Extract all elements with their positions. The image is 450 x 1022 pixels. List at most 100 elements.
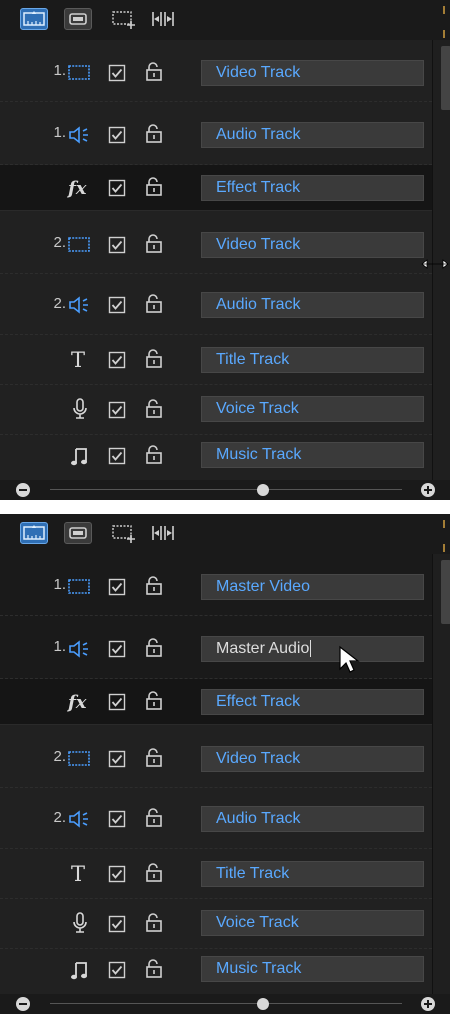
timeline-toolbar <box>0 0 450 41</box>
track-row[interactable]: Music Track <box>0 949 432 994</box>
track-row[interactable]: fx Effect Track <box>0 165 432 211</box>
enable-checkbox[interactable] <box>108 236 126 254</box>
zoom-out-button[interactable] <box>16 997 30 1011</box>
track-row[interactable]: 1. Audio Track <box>0 102 432 165</box>
enable-checkbox[interactable] <box>108 351 126 369</box>
unlock-icon[interactable] <box>145 913 163 933</box>
track-name-field[interactable]: Audio Track <box>201 122 424 148</box>
fit-timeline-icon[interactable] <box>150 8 176 30</box>
unlock-icon[interactable] <box>145 638 163 658</box>
unlock-icon[interactable] <box>145 691 163 711</box>
track-name-field[interactable]: Music Track <box>201 442 424 468</box>
scrollbar-thumb[interactable] <box>441 46 450 110</box>
storyboard-view-icon <box>69 13 87 25</box>
zoom-slider-track[interactable] <box>50 489 402 490</box>
track-row[interactable]: T Title Track <box>0 849 432 899</box>
fit-timeline-icon[interactable] <box>150 522 176 544</box>
enable-checkbox[interactable] <box>108 961 126 979</box>
enable-checkbox[interactable] <box>108 915 126 933</box>
enable-checkbox[interactable] <box>108 578 126 596</box>
title-t-icon: T <box>71 348 85 370</box>
track-number: 2. <box>53 748 66 765</box>
track-row[interactable]: 2. Audio Track <box>0 274 432 335</box>
enable-checkbox[interactable] <box>108 64 126 82</box>
track-number: 2. <box>53 809 66 826</box>
zoom-out-button[interactable] <box>16 483 30 497</box>
unlock-icon[interactable] <box>145 294 163 314</box>
enable-checkbox[interactable] <box>108 447 126 465</box>
track-row[interactable]: fx Effect Track <box>0 679 432 725</box>
unlock-icon[interactable] <box>145 748 163 768</box>
storyboard-view-button[interactable] <box>64 8 92 30</box>
scrollbar-thumb[interactable] <box>441 560 450 624</box>
zoom-slider-track[interactable] <box>50 1003 402 1004</box>
unlock-icon[interactable] <box>145 349 163 369</box>
vertical-scrollbar[interactable] <box>432 554 450 994</box>
zoom-slider-knob[interactable] <box>257 484 269 496</box>
track-name-field[interactable]: Music Track <box>201 956 424 982</box>
unlock-icon[interactable] <box>145 863 163 883</box>
track-row[interactable]: T Title Track <box>0 335 432 385</box>
unlock-icon[interactable] <box>145 445 163 465</box>
enable-checkbox[interactable] <box>108 693 126 711</box>
track-row[interactable]: 2. Video Track <box>0 725 432 788</box>
enable-checkbox[interactable] <box>108 640 126 658</box>
unlock-icon[interactable] <box>145 959 163 979</box>
track-name-field[interactable]: Video Track <box>201 60 424 86</box>
track-name-field[interactable]: Title Track <box>201 861 424 887</box>
audio-track-icon <box>69 296 88 314</box>
enable-checkbox[interactable] <box>108 810 126 828</box>
track-row[interactable]: 2. Audio Track <box>0 788 432 849</box>
unlock-icon[interactable] <box>145 62 163 82</box>
enable-checkbox[interactable] <box>108 865 126 883</box>
svg-text:T: T <box>71 348 85 370</box>
track-name-field[interactable]: Voice Track <box>201 910 424 936</box>
unlock-icon[interactable] <box>145 124 163 144</box>
enable-checkbox[interactable] <box>108 750 126 768</box>
unlock-icon[interactable] <box>145 576 163 596</box>
unlock-icon[interactable] <box>145 399 163 419</box>
track-name-field[interactable]: Effect Track <box>201 689 424 715</box>
title-t-icon: T <box>71 862 85 884</box>
track-row[interactable]: 1. Video Track <box>0 40 432 102</box>
timeline-view-button[interactable] <box>20 8 48 30</box>
enable-checkbox[interactable] <box>108 126 126 144</box>
track-name-field[interactable]: Master Video <box>201 574 424 600</box>
zoom-bar <box>0 480 450 500</box>
track-name-field[interactable]: Effect Track <box>201 175 424 201</box>
track-manager-icon[interactable] <box>111 8 139 30</box>
timeline-view-button[interactable] <box>20 522 48 544</box>
zoom-in-button[interactable] <box>421 483 435 497</box>
track-name-field[interactable]: Video Track <box>201 232 424 258</box>
track-name-field[interactable]: Title Track <box>201 347 424 373</box>
track-name-field[interactable]: Audio Track <box>201 806 424 832</box>
track-row[interactable]: Voice Track <box>0 899 432 949</box>
storyboard-view-button[interactable] <box>64 522 92 544</box>
track-number: 2. <box>53 295 66 312</box>
track-row[interactable]: Music Track <box>0 435 432 480</box>
track-row[interactable]: 2. Video Track <box>0 211 432 274</box>
resize-cursor-icon <box>421 259 449 269</box>
track-name-field[interactable]: Audio Track <box>201 292 424 318</box>
track-row[interactable]: 1. Master Audio <box>0 616 432 679</box>
track-panel-after: 1. Master Video 1. Master Audio fx Effec… <box>0 514 450 1014</box>
video-track-icon <box>68 579 90 594</box>
track-manager-icon[interactable] <box>111 522 139 544</box>
unlock-icon[interactable] <box>145 234 163 254</box>
track-name-field[interactable]: Voice Track <box>201 396 424 422</box>
enable-checkbox[interactable] <box>108 179 126 197</box>
effect-fx-icon: fx <box>66 692 87 713</box>
track-row[interactable]: 1. Master Video <box>0 554 432 616</box>
track-row[interactable]: Voice Track <box>0 385 432 435</box>
track-name-field[interactable]: Video Track <box>201 746 424 772</box>
enable-checkbox[interactable] <box>108 296 126 314</box>
track-number: 1. <box>53 124 66 141</box>
unlock-icon[interactable] <box>145 808 163 828</box>
unlock-icon[interactable] <box>145 177 163 197</box>
zoom-slider-knob[interactable] <box>257 998 269 1010</box>
zoom-in-button[interactable] <box>421 997 435 1011</box>
track-panel-before: 1. Video Track 1. Audio Track fx Effect … <box>0 0 450 500</box>
track-name-text: Master Audio <box>216 640 310 657</box>
enable-checkbox[interactable] <box>108 401 126 419</box>
track-name-field-editing[interactable]: Master Audio <box>201 636 424 662</box>
